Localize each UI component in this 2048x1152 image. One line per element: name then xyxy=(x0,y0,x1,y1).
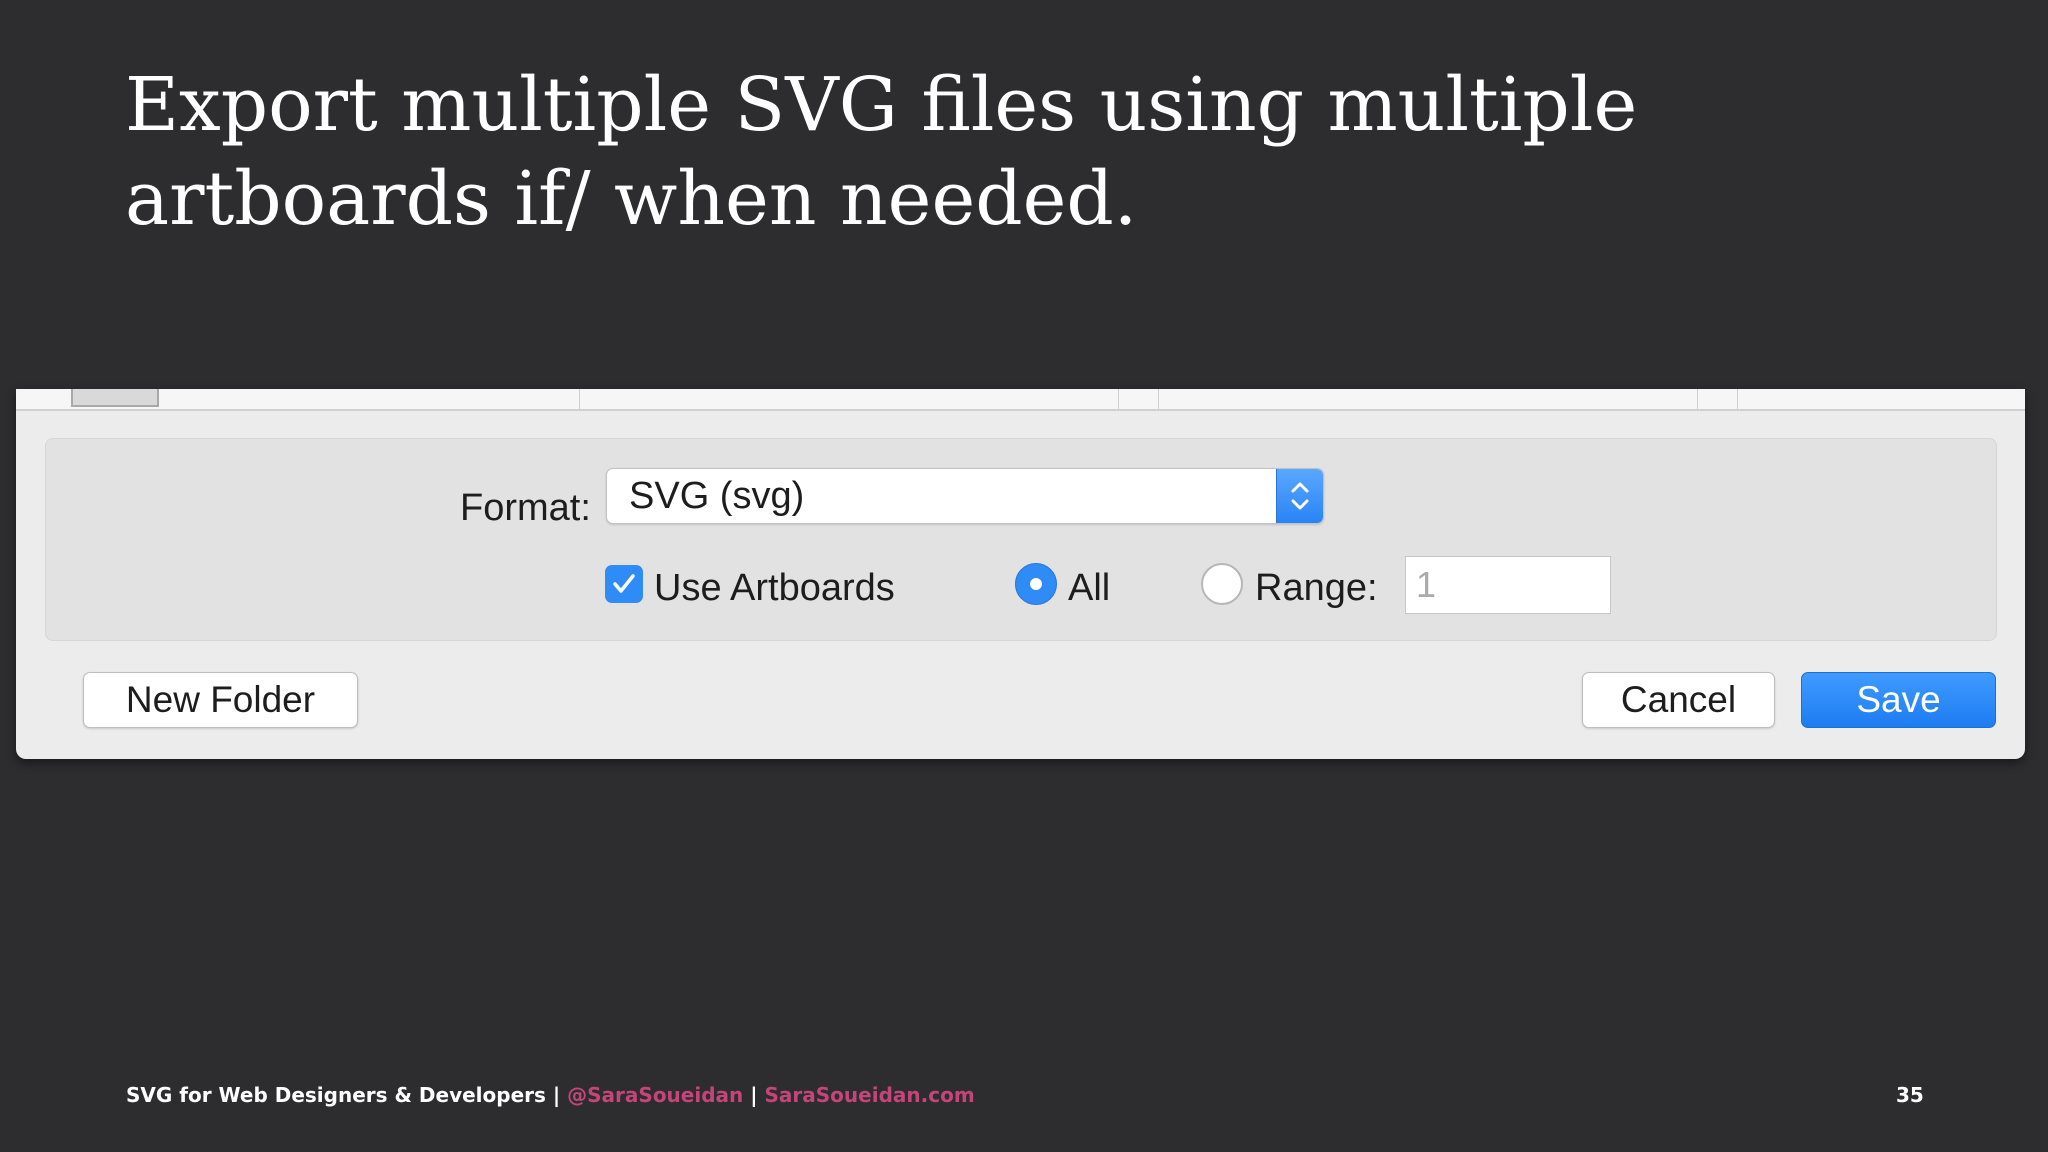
checkmark-icon xyxy=(613,574,635,593)
format-label: Format: xyxy=(460,487,591,529)
all-radio-label[interactable]: All xyxy=(1068,567,1110,610)
range-input[interactable] xyxy=(1405,556,1611,614)
footer-title: SVG for Web Designers & Developers | xyxy=(126,1083,568,1107)
column-divider xyxy=(1697,389,1698,409)
format-select-stepper[interactable] xyxy=(1276,469,1323,523)
range-radio-label[interactable]: Range: xyxy=(1255,567,1378,610)
use-artboards-checkbox[interactable] xyxy=(605,565,643,603)
file-browser-strip xyxy=(16,389,2025,411)
chevron-up-down-icon xyxy=(1291,482,1309,510)
export-dialog: Format: SVG (svg) Use Artboards All Rang… xyxy=(16,389,2025,759)
page-number: 35 xyxy=(1896,1083,1924,1107)
all-radio[interactable] xyxy=(1015,563,1057,605)
column-divider xyxy=(1158,389,1159,409)
column-divider xyxy=(579,389,580,409)
column-divider xyxy=(1737,389,1738,409)
website-link[interactable]: SaraSoueidan.com xyxy=(765,1083,975,1107)
slide-footer: SVG for Web Designers & Developers | @Sa… xyxy=(126,1083,975,1107)
column-divider xyxy=(1118,389,1119,409)
cancel-button[interactable]: Cancel xyxy=(1582,672,1775,728)
slide-title: Export multiple SVG files using multiple… xyxy=(125,62,1638,242)
range-radio[interactable] xyxy=(1201,563,1243,605)
save-button[interactable]: Save xyxy=(1801,672,1996,728)
export-options-panel: Format: SVG (svg) Use Artboards All Rang… xyxy=(45,438,1997,641)
new-folder-button[interactable]: New Folder xyxy=(83,672,358,728)
format-select-value: SVG (svg) xyxy=(629,475,805,517)
format-select[interactable]: SVG (svg) xyxy=(606,468,1324,524)
use-artboards-label[interactable]: Use Artboards xyxy=(654,567,895,610)
twitter-handle-link[interactable]: @SaraSoueidan xyxy=(567,1083,743,1107)
footer-separator: | xyxy=(743,1083,765,1107)
radio-dot xyxy=(1030,578,1042,590)
column-resize-handle[interactable] xyxy=(71,389,159,407)
